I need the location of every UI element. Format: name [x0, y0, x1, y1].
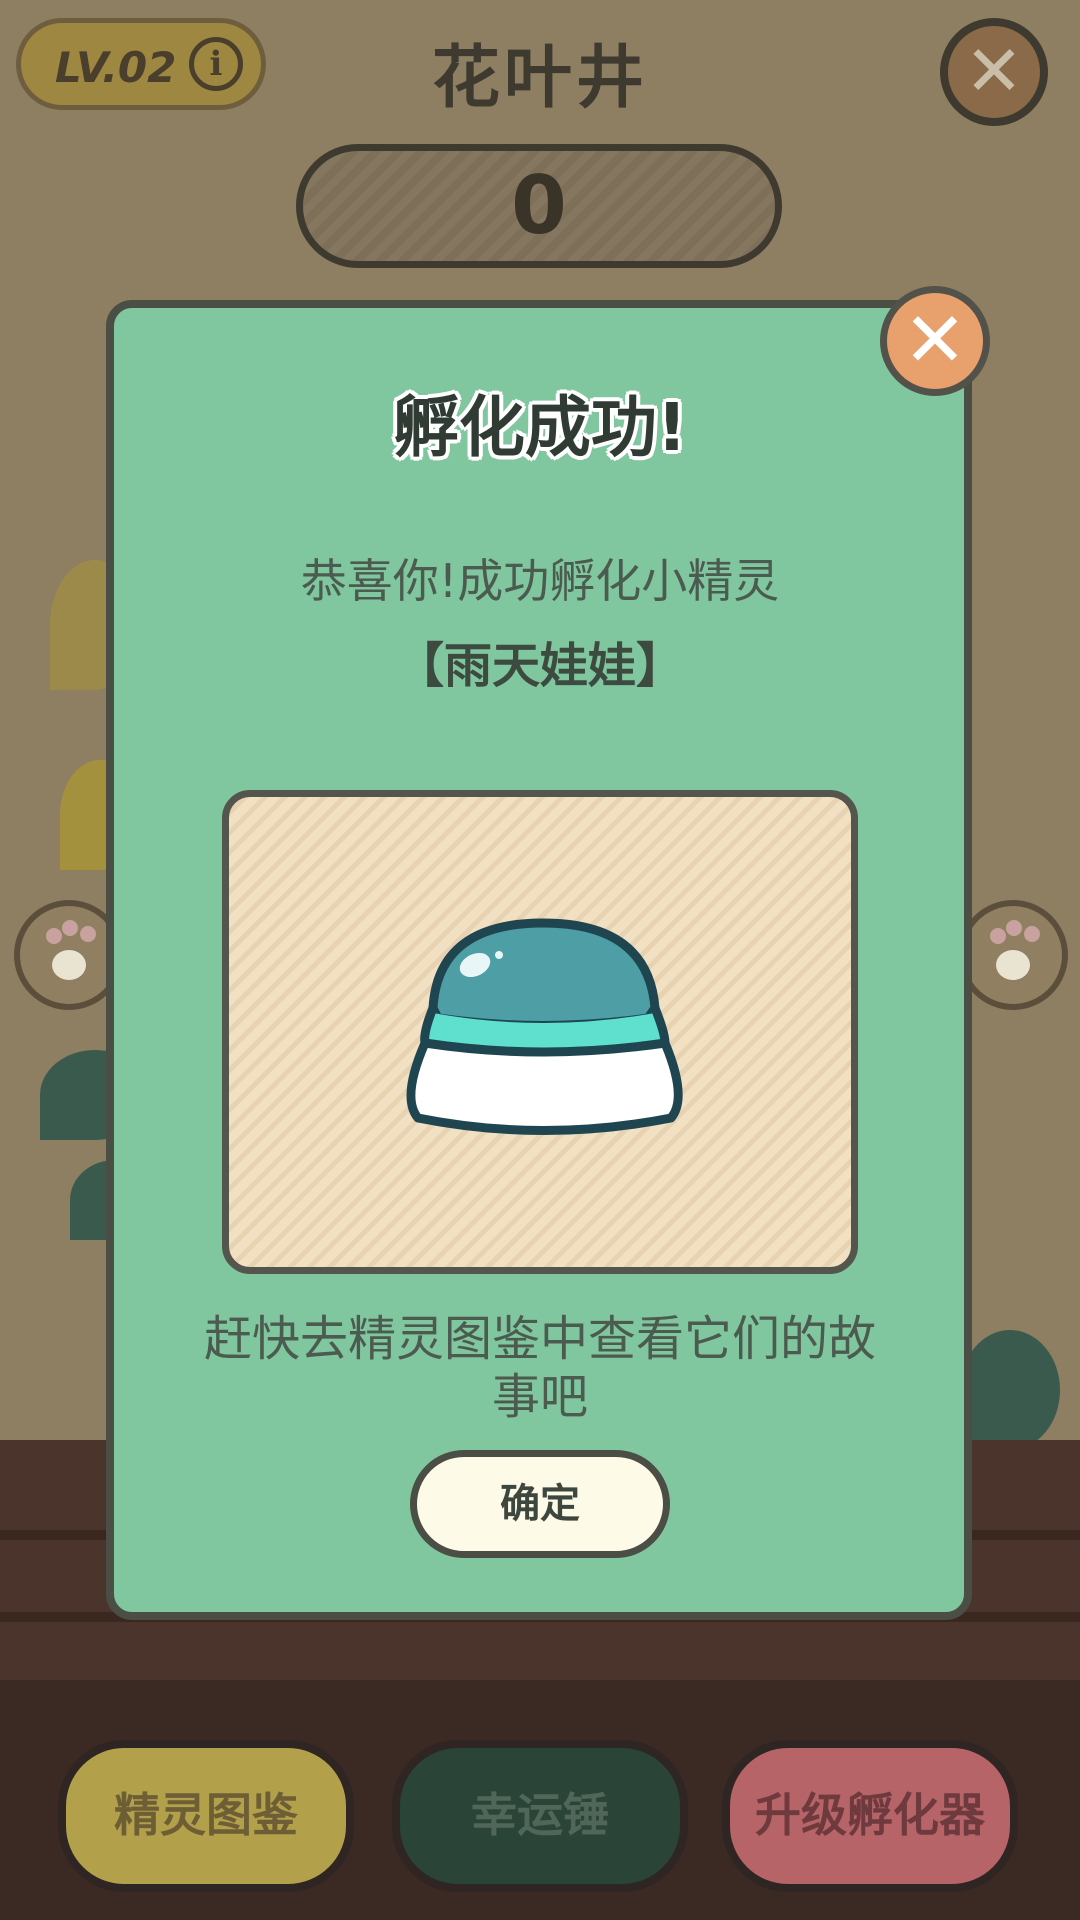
counter-display: 0: [296, 144, 782, 268]
right-paw-button[interactable]: [958, 900, 1068, 1010]
plant-leaf: [960, 1330, 1060, 1450]
paw-icon: [996, 950, 1030, 980]
page-title: 花叶井: [431, 39, 648, 118]
paw-icon: [52, 950, 86, 980]
view-dex-message: 赶快去精灵图鉴中查看它们的故事吧: [203, 1311, 876, 1425]
creature-frame: [222, 790, 858, 1274]
paw-toe: [46, 928, 62, 944]
dialog-title: 孵化成功!: [392, 389, 688, 466]
close-icon[interactable]: ✕: [940, 18, 1048, 126]
sprite-dex-button[interactable]: 精灵图鉴: [58, 1740, 354, 1892]
egg-icon: [406, 918, 683, 1135]
lucky-hammer-button[interactable]: 幸运锤: [392, 1740, 688, 1892]
paw-toe: [1006, 920, 1022, 936]
paw-toe: [1024, 926, 1040, 942]
upgrade-incubator-button[interactable]: 升级孵化器: [722, 1740, 1018, 1892]
congrats-message: 恭喜你!成功孵化小精灵: [300, 554, 780, 608]
paw-toe: [80, 926, 96, 942]
paw-toe: [62, 920, 78, 936]
confirm-button[interactable]: 确定: [410, 1450, 670, 1558]
creature-name: 【雨天娃娃】: [395, 638, 684, 694]
paw-toe: [990, 928, 1006, 944]
